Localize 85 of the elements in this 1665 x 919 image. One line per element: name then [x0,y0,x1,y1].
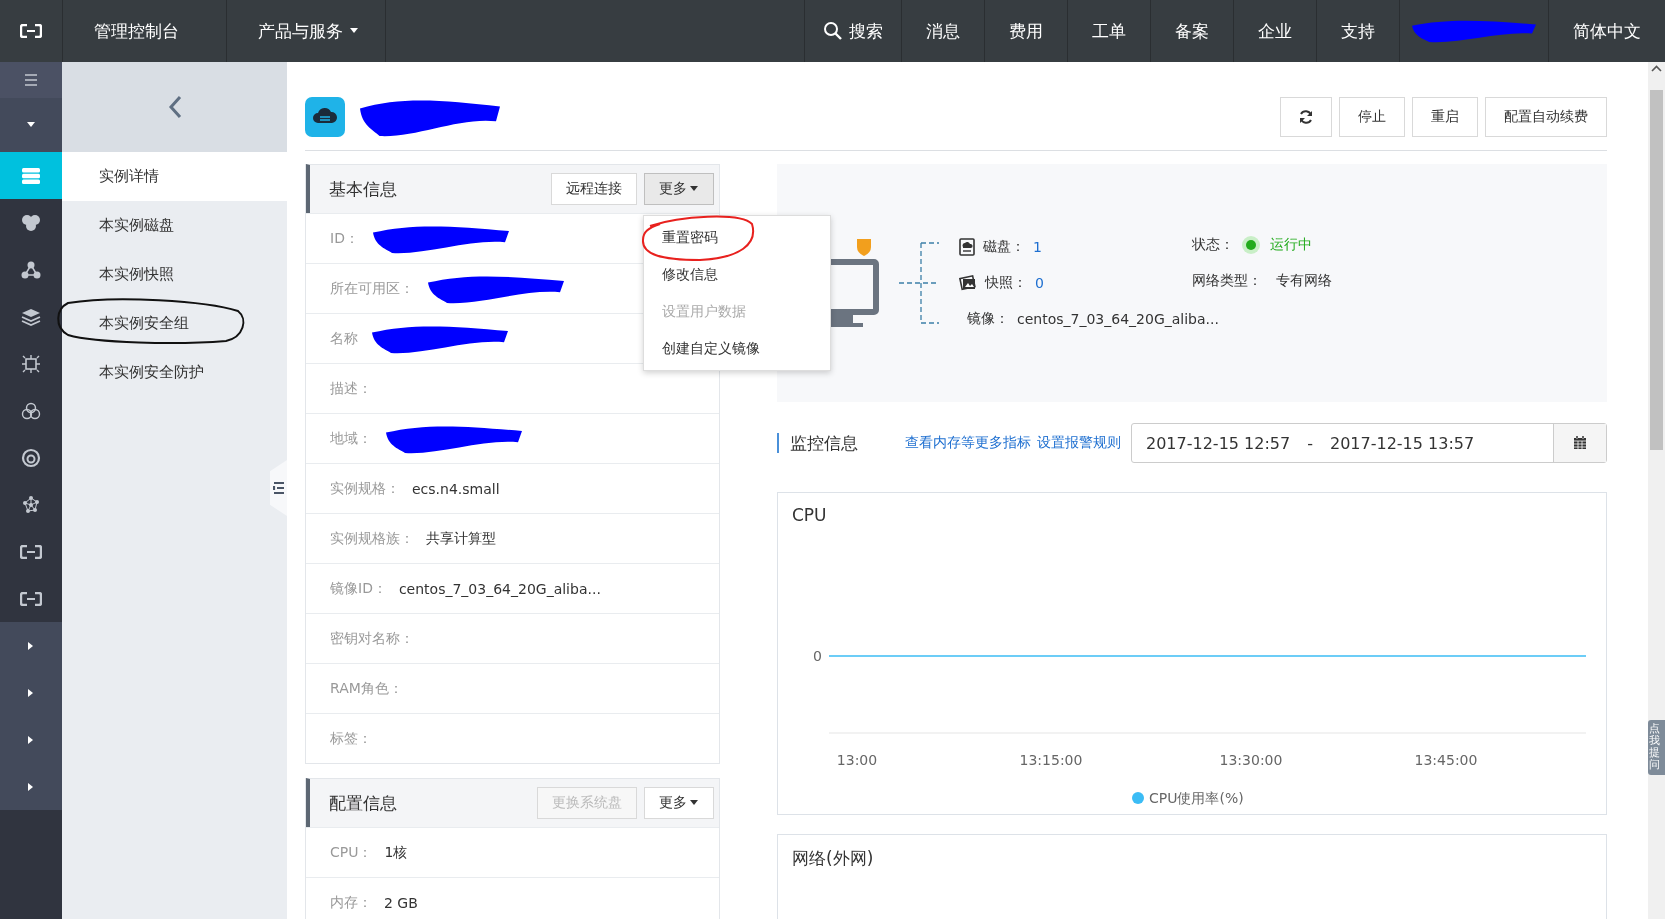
field-value: 共享计算型 [426,529,496,548]
menu-item[interactable]: 修改信息 [644,256,830,293]
refresh-icon [1298,109,1314,125]
field-value: 2 GB [384,894,418,911]
photos-icon [959,274,977,292]
blobs-icon [21,213,41,232]
logo-icon [20,24,42,38]
field-label: ID： [330,229,359,248]
section-title: 监控信息 [777,433,858,453]
instance-icon [305,97,345,137]
action-button[interactable]: 配置自动续费 [1485,97,1607,137]
nav-link[interactable]: 企业 [1233,0,1316,62]
monitor-link[interactable]: 查看内存等更多指标 [905,434,1031,452]
resource-label: 快照： [985,274,1027,292]
legend-label[interactable]: CPU使用率(%) [1149,790,1244,806]
action-button[interactable]: 远程连接 [551,173,637,205]
y-axis-label: 0 [813,648,822,664]
network-icon [21,494,41,515]
field-label: 标签： [330,729,372,748]
resource-label: 磁盘： [983,238,1025,256]
field-label: 所在可用区： [330,279,414,298]
field-label: 地域： [330,429,372,448]
search-icon [823,21,843,41]
sub-nav-item[interactable]: 本实例快照 [62,250,287,299]
calendar-icon [1573,436,1587,450]
panel-title: 基本信息 [329,177,397,201]
status-value: 运行中 [1270,236,1312,254]
menu-icon [24,74,38,86]
field-value: centos_7_03_64_20G_aliba... [398,580,601,597]
menu-item[interactable]: 重置密码 [644,219,830,256]
resource-count-link[interactable]: 0 [1035,275,1044,291]
layers-icon [21,307,41,326]
sub-nav-item[interactable]: 本实例磁盘 [62,201,287,250]
field-label: 名称 [330,329,358,348]
refresh-button[interactable] [1280,97,1332,137]
nav-link[interactable]: 消息 [901,0,984,62]
chip-icon [22,354,40,373]
circles-icon [21,401,41,420]
field-label: 实例规格： [330,479,400,498]
x-tick-label: 13:15:00 [1019,752,1083,768]
resource-count-link[interactable]: 1 [1033,239,1042,255]
resource-value: centos_7_03_64_20G_aliba... [1017,311,1219,327]
back-chevron-icon[interactable] [166,95,183,119]
x-tick-label: 13:30:00 [1219,752,1283,768]
ring-icon [21,447,41,468]
nav-link[interactable]: 支持 [1316,0,1399,62]
field-label: RAM角色： [330,679,403,698]
panel-title: 配置信息 [329,791,397,815]
chart-title: CPU [791,504,828,527]
status-label: 状态： [1192,236,1234,254]
field-label: CPU： [330,843,373,862]
sub-nav-item[interactable]: 实例详情 [62,152,287,201]
menu-item[interactable]: 创建自定义镜像 [644,330,830,367]
nodes-icon [21,260,41,279]
field-label: 镜像ID： [330,579,387,598]
more-dropdown[interactable]: 更多 [644,787,714,819]
sub-nav-item[interactable]: 本实例安全组 [62,299,287,348]
network-type-label: 网络类型： [1192,272,1262,290]
monitor-link[interactable]: 设置报警规则 [1037,434,1121,452]
x-tick-label: 13:00 [836,752,878,768]
action-button[interactable]: 停止 [1339,97,1405,137]
search-link[interactable]: 搜索 [804,0,901,62]
field-label: 描述： [330,379,372,398]
action-button[interactable]: 重启 [1412,97,1478,137]
field-value: 1核 [384,843,408,862]
more-dropdown[interactable]: 更多 [644,173,714,205]
calendar-button[interactable] [1553,424,1606,462]
resource-label: 镜像： [967,310,1009,328]
network-type-value: 专有网络 [1276,272,1332,290]
logo-icon [20,544,42,559]
nav-link[interactable]: 工单 [1067,0,1150,62]
logo-icon [20,591,42,606]
sub-nav-item[interactable]: 本实例安全防护 [62,348,287,397]
x-tick-label: 13:45:00 [1414,752,1478,768]
field-label: 实例规格族： [330,529,414,548]
date-range-field[interactable]: 2017-12-15 12:57 - 2017-12-15 13:57 [1131,423,1607,463]
list-icon [272,481,285,495]
field-value: ecs.n4.small [412,480,500,497]
field-label: 内存： [330,893,372,912]
field-label: 密钥对名称： [330,629,414,648]
chart-title: 网络(外网) [791,847,875,870]
scrollbar-thumb[interactable] [1650,90,1663,450]
nav-link[interactable]: 备案 [1150,0,1233,62]
nav-link[interactable]: 费用 [984,0,1067,62]
server-icon [21,166,41,185]
